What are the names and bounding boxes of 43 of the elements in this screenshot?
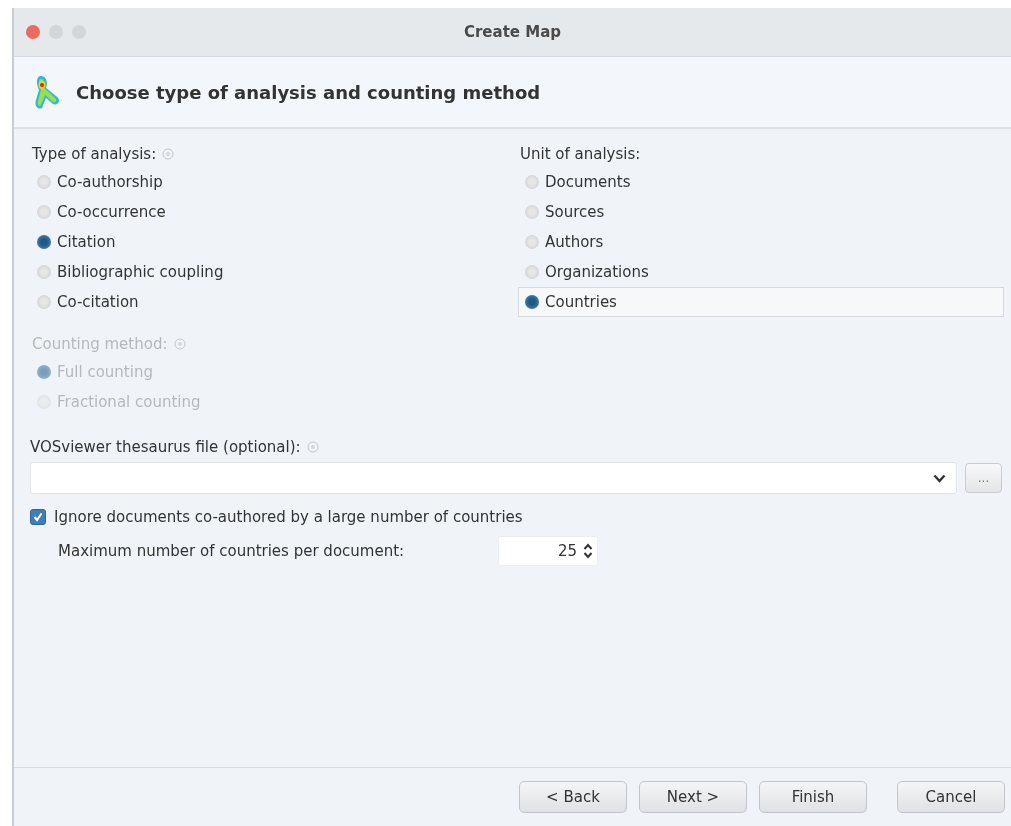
header-title: Choose type of analysis and counting method — [76, 81, 541, 103]
wizard-button[interactable]: < Back — [519, 781, 627, 813]
radio-button[interactable] — [525, 295, 539, 309]
radio-label[interactable]: Co-citation — [57, 293, 139, 311]
group-label: Counting method: — [32, 335, 168, 353]
thesaurus-dropdown[interactable] — [30, 462, 957, 494]
radio-label[interactable]: Documents — [545, 173, 631, 191]
wizard-button[interactable]: Next > — [639, 781, 747, 813]
radio-label[interactable]: Co-authorship — [57, 173, 163, 191]
wizard-button[interactable]: Cancel — [897, 781, 1005, 813]
radio-label[interactable]: Bibliographic coupling — [57, 263, 224, 281]
radio-button[interactable] — [37, 175, 51, 189]
radio-label[interactable]: Countries — [545, 293, 617, 311]
group-label: Type of analysis: — [32, 145, 157, 163]
stepper-arrows-icon[interactable] — [583, 543, 593, 559]
window-title: Create Map — [463, 23, 562, 41]
wizard-button[interactable]: Finish — [759, 781, 867, 813]
browse-button[interactable]: ... — [965, 463, 1002, 493]
radio-button[interactable] — [37, 235, 51, 249]
field-label: VOSviewer thesaurus file (optional): — [30, 438, 301, 456]
group-label: Unit of analysis: — [520, 145, 641, 163]
density-map-icon — [32, 74, 62, 110]
radio-label[interactable]: Sources — [545, 203, 605, 221]
help-icon[interactable] — [173, 338, 186, 350]
help-icon[interactable] — [162, 148, 175, 160]
radio-button[interactable] — [37, 205, 51, 219]
radio-button[interactable] — [37, 265, 51, 279]
radio-label[interactable]: Co-occurrence — [57, 203, 166, 221]
field-label: Maximum number of countries per document: — [58, 542, 406, 560]
checkbox[interactable] — [30, 509, 46, 525]
radio-label[interactable]: Authors — [545, 233, 604, 251]
radio-label[interactable]: Organizations — [545, 263, 649, 281]
number-spinner[interactable]: 25 — [498, 536, 598, 566]
help-icon[interactable] — [306, 441, 319, 453]
checkbox-label[interactable]: Ignore documents co-authored by a large number of countries — [54, 508, 523, 526]
radio-button[interactable] — [525, 235, 539, 249]
radio-button[interactable] — [525, 175, 539, 189]
chevron-down-icon — [933, 473, 946, 483]
radio-button[interactable] — [525, 265, 539, 279]
close-icon[interactable] — [26, 25, 40, 39]
radio-button[interactable] — [525, 205, 539, 219]
radio-button[interactable] — [37, 295, 51, 309]
radio-label[interactable]: Citation — [57, 233, 116, 251]
